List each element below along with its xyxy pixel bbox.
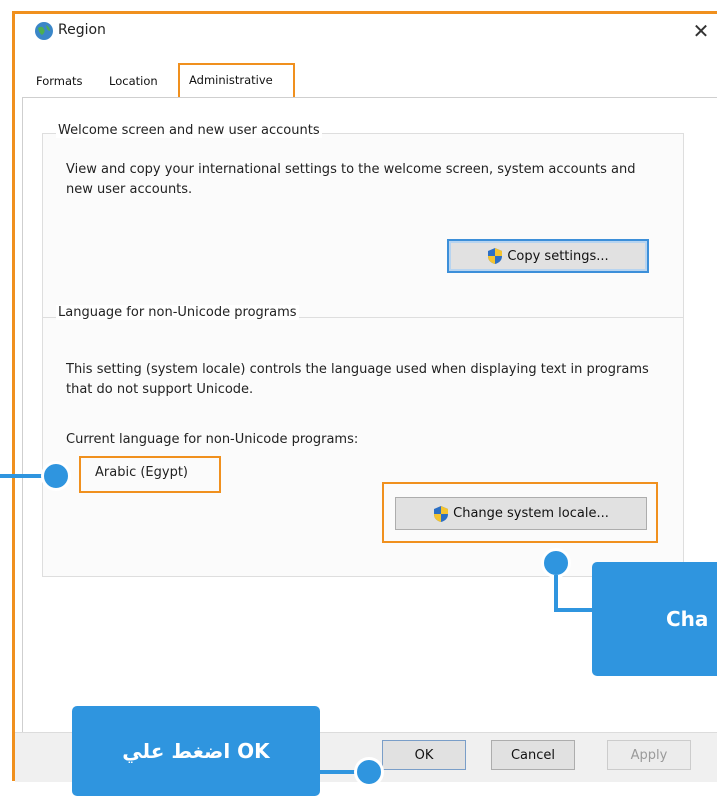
tab-formats[interactable]: Formats bbox=[36, 74, 83, 88]
language-group-title: Language for non-Unicode programs bbox=[56, 305, 299, 320]
change-locale-label: Change system locale... bbox=[453, 506, 609, 521]
pointer-line-right-vertical bbox=[554, 575, 558, 612]
copy-settings-label: Copy settings... bbox=[507, 248, 609, 264]
tab-administrative[interactable]: Administrative bbox=[178, 63, 295, 97]
welcome-group-title: Welcome screen and new user accounts bbox=[56, 123, 322, 138]
pointer-dot-ok bbox=[354, 757, 384, 787]
callout-change-locale: Cha bbox=[592, 562, 717, 676]
current-language-label: Current language for non-Unicode program… bbox=[66, 432, 359, 447]
globe-region-icon bbox=[33, 20, 55, 42]
welcome-description: View and copy your international setting… bbox=[66, 162, 636, 197]
shield-icon bbox=[433, 505, 449, 523]
copy-settings-button[interactable]: Copy settings... bbox=[447, 239, 649, 273]
cancel-button[interactable]: Cancel bbox=[491, 740, 575, 770]
ok-button[interactable]: OK bbox=[382, 740, 466, 770]
callout-press-ok: اضغط علي OK bbox=[72, 706, 320, 796]
pointer-dot-right bbox=[541, 548, 571, 578]
pointer-line-right-horizontal bbox=[554, 608, 594, 612]
change-system-locale-button[interactable]: Change system locale... bbox=[395, 497, 647, 530]
apply-button: Apply bbox=[607, 740, 691, 770]
tab-location[interactable]: Location bbox=[109, 74, 158, 88]
window-title: Region bbox=[58, 22, 106, 38]
language-description: This setting (system locale) controls th… bbox=[66, 362, 649, 397]
close-icon[interactable]: ✕ bbox=[688, 18, 714, 44]
pointer-dot-left bbox=[41, 461, 71, 491]
shield-icon bbox=[487, 247, 503, 265]
current-language-value: Arabic (Egypt) bbox=[95, 465, 188, 480]
